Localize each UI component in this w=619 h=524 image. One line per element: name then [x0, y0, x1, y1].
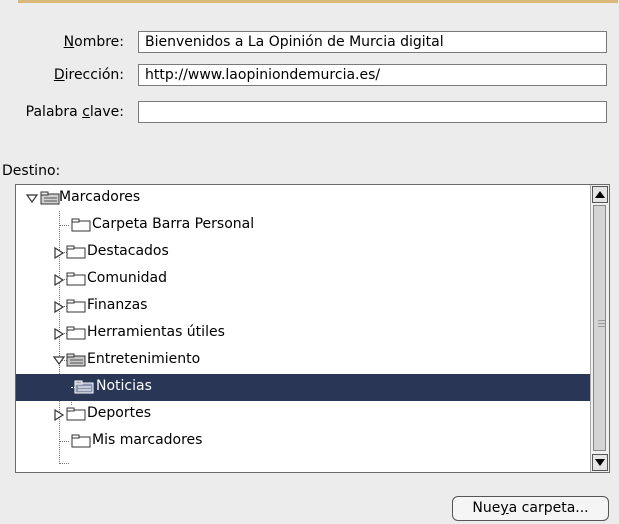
- tree-item-label: Deportes: [87, 405, 151, 421]
- tree-item-marcadores[interactable]: Marcadores: [16, 185, 591, 212]
- scroll-grip: [598, 323, 605, 324]
- new-folder-button[interactable]: Nueya carpeta...: [452, 496, 609, 521]
- address-field[interactable]: http://www.laopiniondemurcia.es/: [138, 64, 607, 86]
- keyword-label: Palabra clave:: [25, 104, 124, 120]
- tree-item-label: Mis marcadores: [92, 432, 203, 448]
- folder-icon: [66, 299, 86, 313]
- tree-item-label: Destacados: [87, 243, 169, 259]
- arrow-up-icon: [595, 191, 605, 198]
- name-label: Nombre:: [63, 34, 124, 50]
- tree-item-deportes[interactable]: Deportes: [16, 401, 591, 428]
- tree-item-label: Marcadores: [59, 189, 141, 205]
- folder-tree[interactable]: Marcadores Carpeta Barra Personal Destac…: [15, 184, 610, 473]
- tree-item-label: Comunidad: [87, 270, 167, 286]
- tree-item-label: Noticias: [96, 378, 152, 394]
- expanded-triangle-icon[interactable]: [53, 355, 65, 367]
- scroll-grip: [598, 320, 605, 321]
- open-folder-icon: [74, 380, 94, 394]
- folder-icon: [66, 407, 86, 421]
- tree-scrollbar[interactable]: [590, 185, 609, 472]
- tree-item-destacados[interactable]: Destacados: [16, 239, 591, 266]
- folder-icon: [66, 272, 86, 286]
- collapsed-triangle-icon[interactable]: [53, 409, 65, 421]
- top-accent-bar: [18, 0, 618, 3]
- destination-label: Destino:: [2, 163, 61, 179]
- name-field[interactable]: Bienvenidos a La Opinión de Murcia digit…: [138, 31, 607, 53]
- tree-item-carpeta-barra-personal[interactable]: Carpeta Barra Personal: [16, 212, 591, 239]
- collapsed-triangle-icon[interactable]: [53, 328, 65, 340]
- folder-icon: [66, 326, 86, 340]
- tree-item-finanzas[interactable]: Finanzas: [16, 293, 591, 320]
- folder-icon: [71, 434, 91, 448]
- tree-item-noticias[interactable]: Noticias: [16, 374, 591, 401]
- scroll-grip: [598, 326, 605, 327]
- tree-item-comunidad[interactable]: Comunidad: [16, 266, 591, 293]
- tree-item-label: Herramientas útiles: [87, 324, 225, 340]
- open-folder-icon: [66, 353, 86, 367]
- tree-connector-line: [59, 463, 69, 464]
- expanded-triangle-icon[interactable]: [26, 193, 38, 205]
- scroll-thumb[interactable]: [593, 205, 606, 451]
- scroll-down-button[interactable]: [592, 454, 608, 471]
- address-label: Dirección:: [53, 67, 124, 83]
- tree-item-herramientas-utiles[interactable]: Herramientas útiles: [16, 320, 591, 347]
- keyword-field[interactable]: [138, 101, 607, 123]
- tree-item-entretenimiento[interactable]: Entretenimiento: [16, 347, 591, 374]
- tree-item-label: Carpeta Barra Personal: [92, 216, 255, 232]
- scroll-up-button[interactable]: [592, 186, 608, 203]
- collapsed-triangle-icon[interactable]: [53, 274, 65, 286]
- tree-item-mis-marcadores[interactable]: Mis marcadores: [16, 428, 591, 455]
- folder-icon: [66, 245, 86, 259]
- tree-item-label: Finanzas: [87, 297, 148, 313]
- tree-item-label: Entretenimiento: [87, 351, 201, 367]
- arrow-down-icon: [595, 459, 605, 466]
- folder-icon: [71, 218, 91, 232]
- collapsed-triangle-icon[interactable]: [53, 247, 65, 259]
- bookmarks-folder-icon: [40, 191, 60, 205]
- collapsed-triangle-icon[interactable]: [53, 301, 65, 313]
